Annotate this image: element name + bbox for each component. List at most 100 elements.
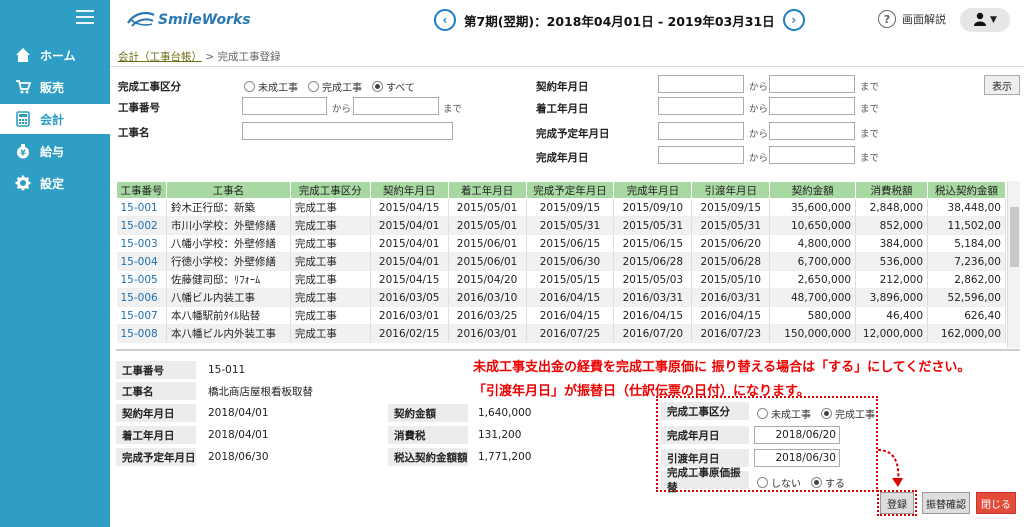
help-button[interactable]: ? 画面解説 bbox=[878, 10, 946, 28]
table-cell: 2015/09/15 bbox=[691, 198, 771, 217]
column-header[interactable]: 着工年月日 bbox=[447, 181, 527, 199]
table-row[interactable]: 15-005 佐藤健司邸：ﾘﾌｫｰﾑ 完成工事 2015/04/15 2015/04/2… bbox=[116, 270, 1006, 289]
column-header[interactable]: 完成予定年月日 bbox=[525, 181, 615, 199]
column-header[interactable]: 税込契約金額 bbox=[927, 181, 1006, 199]
sidebar-item-sales[interactable]: 販売 bbox=[0, 72, 110, 102]
table-cell: 4,800,000 bbox=[769, 234, 857, 253]
breadcrumb-current: 完成工事登録 bbox=[217, 51, 281, 63]
detail-hikiwatashi-input[interactable]: 2018/06/30 bbox=[754, 449, 840, 467]
table-cell: 2015/05/31 bbox=[691, 216, 771, 235]
table-row[interactable]: 15-003 八幡小学校：外壁修繕 完成工事 2015/04/01 2015/06/01… bbox=[116, 234, 1006, 253]
kouji-no-from-input[interactable] bbox=[242, 97, 327, 115]
table-cell: 38,448,00 bbox=[927, 198, 1006, 217]
kouji-no-link[interactable]: 15-005 bbox=[116, 270, 167, 289]
kansei-yotei-from-input[interactable] bbox=[658, 122, 744, 140]
next-period-button[interactable]: › bbox=[782, 9, 805, 31]
table-cell: 48,700,000 bbox=[769, 288, 857, 307]
to-text: まで bbox=[860, 129, 880, 140]
kansei-label: 完成年月日 bbox=[536, 152, 589, 164]
column-header[interactable]: 消費税額 bbox=[855, 181, 929, 199]
transfer-confirm-button[interactable]: 振替確認 bbox=[922, 492, 970, 514]
kouji-no-link[interactable]: 15-003 bbox=[116, 234, 167, 253]
detail-kubun-option-unfinished[interactable]: 未成工事 bbox=[757, 406, 811, 421]
kouji-no-to-input[interactable] bbox=[353, 97, 439, 115]
sidebar-item-label: 給与 bbox=[40, 144, 65, 159]
kansei-yotei-to-input[interactable] bbox=[769, 122, 855, 140]
kouji-no-link[interactable]: 15-004 bbox=[116, 252, 167, 271]
table-cell: 852,000 bbox=[855, 216, 929, 235]
from-text: から bbox=[749, 82, 769, 93]
column-header[interactable]: 引渡年月日 bbox=[691, 181, 771, 199]
detail-kingaku-value: 1,640,000 bbox=[478, 407, 532, 419]
column-header[interactable]: 完成工事区分 bbox=[289, 181, 371, 199]
table-cell: 580,000 bbox=[769, 306, 857, 325]
table-cell: 2015/05/01 bbox=[448, 198, 527, 217]
hamburger-menu-icon[interactable] bbox=[76, 10, 94, 24]
furikae-option-yes[interactable]: する bbox=[811, 475, 845, 490]
kubun-option-all[interactable]: すべて bbox=[372, 79, 415, 94]
app-logo[interactable]: SmileWorks bbox=[126, 8, 251, 32]
furikae-option-no[interactable]: しない bbox=[757, 475, 801, 490]
radio-selected-icon bbox=[372, 81, 383, 92]
table-row[interactable]: 15-004 行徳小学校：外壁修繕 完成工事 2015/04/01 2015/06/01… bbox=[116, 252, 1006, 271]
table-row[interactable]: 15-008 本八幡ビル内外装工事 完成工事 2016/02/15 2016/03/01… bbox=[116, 324, 1006, 343]
chakko-from-input[interactable] bbox=[658, 97, 744, 115]
register-button[interactable]: 登録 bbox=[880, 492, 914, 514]
table-header-row: 工事番号 工事名 完成工事区分 契約年月日 着工年月日 完成予定年月日 完成年月日 引渡年月日… bbox=[116, 181, 1006, 199]
arrow-indicator-icon bbox=[877, 449, 903, 487]
table-scrollbar[interactable] bbox=[1007, 181, 1020, 348]
column-header[interactable]: 契約金額 bbox=[769, 181, 857, 199]
table-row[interactable]: 15-002 市川小学校：外壁修繕 完成工事 2015/04/01 2015/05/01… bbox=[116, 216, 1006, 235]
column-header[interactable]: 工事名 bbox=[165, 181, 291, 199]
table-cell: 2015/05/15 bbox=[526, 270, 615, 289]
radio-selected-icon bbox=[821, 408, 832, 419]
kansei-to-input[interactable] bbox=[769, 146, 855, 164]
table-cell: 2015/04/15 bbox=[370, 198, 449, 217]
scrollbar-thumb[interactable] bbox=[1010, 207, 1019, 267]
show-button[interactable]: 表示 bbox=[984, 75, 1020, 95]
header-divider bbox=[110, 66, 1024, 67]
breadcrumb-link-ledger[interactable]: 会計（工事台帳） bbox=[118, 51, 202, 63]
kansei-from-input[interactable] bbox=[658, 146, 744, 164]
keiyaku-label: 契約年月日 bbox=[536, 81, 589, 93]
column-header[interactable]: 工事番号 bbox=[116, 181, 167, 199]
to-text: まで bbox=[443, 104, 463, 115]
kouji-no-link[interactable]: 15-002 bbox=[116, 216, 167, 235]
kouji-name-input[interactable] bbox=[242, 122, 453, 140]
chakko-to-input[interactable] bbox=[769, 97, 855, 115]
kouji-no-link[interactable]: 15-001 bbox=[116, 198, 167, 217]
table-cell: 2015/05/31 bbox=[613, 216, 693, 235]
table-cell: 完成工事 bbox=[290, 270, 371, 289]
sidebar-item-home[interactable]: ホーム bbox=[0, 40, 110, 70]
sidebar-item-settings[interactable]: 設定 bbox=[0, 168, 110, 198]
detail-kansei-input[interactable]: 2018/06/20 bbox=[754, 426, 840, 444]
keiyaku-to-input[interactable] bbox=[769, 75, 855, 93]
user-menu-button[interactable]: ▼ bbox=[960, 8, 1010, 32]
table-row[interactable]: 15-001 鈴木正行邸：新築 完成工事 2015/04/15 2015/05/01 20… bbox=[116, 198, 1006, 217]
table-cell: 2015/04/15 bbox=[370, 270, 449, 289]
detail-kubun-radio-group: 未成工事 完成工事 bbox=[757, 406, 885, 421]
sidebar-item-payroll[interactable]: ¥ 給与 bbox=[0, 136, 110, 166]
table-row[interactable]: 15-006 八幡ビル内装工事 完成工事 2016/03/05 2016/03/10 20… bbox=[116, 288, 1006, 307]
detail-kubun-option-finished[interactable]: 完成工事 bbox=[821, 406, 875, 421]
close-button[interactable]: 閉じる bbox=[976, 492, 1016, 514]
prev-period-button[interactable]: ‹ bbox=[434, 9, 456, 31]
sidebar-item-label: 設定 bbox=[40, 176, 65, 191]
column-header[interactable]: 契約年月日 bbox=[369, 181, 449, 199]
table-cell: 2016/03/31 bbox=[691, 288, 771, 307]
table-row[interactable]: 15-007 本八幡駅前ﾀｲﾙ貼替 完成工事 2016/03/01 2016/03/25… bbox=[116, 306, 1006, 325]
kouji-no-link[interactable]: 15-007 bbox=[116, 306, 167, 325]
kubun-option-finished[interactable]: 完成工事 bbox=[308, 79, 362, 94]
table-cell: 3,896,000 bbox=[855, 288, 929, 307]
kouji-no-link[interactable]: 15-008 bbox=[116, 324, 167, 343]
sidebar-item-label: ホーム bbox=[40, 48, 76, 63]
notice-line-1: 未成工事支出金の経費を完成工事原価に 振り替える場合は「する」にしてください。 bbox=[473, 360, 971, 375]
kouji-no-link[interactable]: 15-006 bbox=[116, 288, 167, 307]
kubun-option-unfinished[interactable]: 未成工事 bbox=[244, 79, 298, 94]
table-cell: 完成工事 bbox=[290, 306, 371, 325]
column-header[interactable]: 完成年月日 bbox=[613, 181, 693, 199]
smileworks-logo-icon bbox=[126, 9, 156, 32]
table-cell: 2,848,000 bbox=[855, 198, 929, 217]
sidebar-item-accounting[interactable]: 会計 bbox=[0, 104, 110, 134]
keiyaku-from-input[interactable] bbox=[658, 75, 744, 93]
